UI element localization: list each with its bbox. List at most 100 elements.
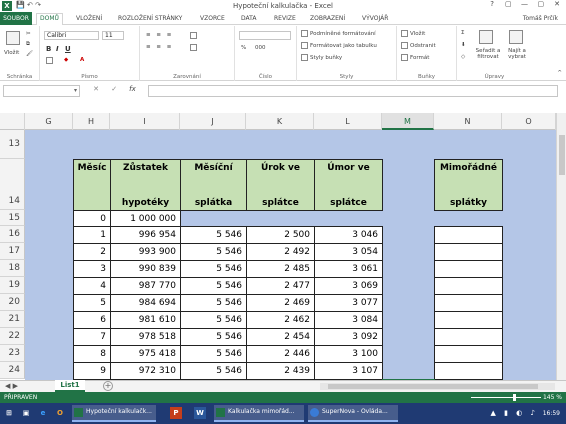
- sum-icon[interactable]: Σ: [461, 30, 464, 36]
- cell-month[interactable]: 8: [73, 345, 111, 363]
- column-header-j[interactable]: J: [180, 113, 246, 130]
- cell-payment[interactable]: 5 546: [180, 311, 247, 329]
- row-header-19[interactable]: 19: [0, 277, 25, 294]
- taskbar-clock[interactable]: 16:59: [543, 410, 560, 417]
- find-select-icon[interactable]: [509, 30, 523, 44]
- scrollbar-thumb[interactable]: [328, 384, 538, 389]
- align-horizontal-icons[interactable]: ≡ ≡ ≡: [146, 44, 173, 50]
- underline-button[interactable]: U: [65, 45, 71, 53]
- cell-interest[interactable]: 2 477: [246, 277, 315, 295]
- column-header-g[interactable]: G: [25, 113, 73, 130]
- zoom-slider-thumb[interactable]: [513, 394, 516, 401]
- tab-data[interactable]: DATA: [241, 14, 256, 25]
- cell-payment[interactable]: 5 546: [180, 328, 247, 346]
- align-top-icons[interactable]: ≡ ≡ ≡: [146, 32, 173, 38]
- cancel-icon[interactable]: ✕: [88, 85, 104, 93]
- cell-month[interactable]: 9: [73, 362, 111, 380]
- copy-icon[interactable]: ⧉: [26, 41, 30, 48]
- cell-extra-payment[interactable]: [434, 243, 503, 261]
- taskbar-app-excel[interactable]: Hypoteční kalkulačk...: [72, 405, 156, 422]
- cell-month[interactable]: 4: [73, 277, 111, 295]
- enter-icon[interactable]: ✓: [106, 85, 122, 93]
- cell-extra-payment[interactable]: [434, 362, 503, 380]
- help-button[interactable]: ?: [485, 0, 499, 8]
- cell-payment[interactable]: 5 546: [180, 277, 247, 295]
- column-title-mimoradne[interactable]: Mimořádné splátky: [434, 159, 503, 211]
- cell-principal[interactable]: 3 107: [314, 362, 383, 380]
- cell-month[interactable]: 5: [73, 294, 111, 312]
- tab-developer[interactable]: VÝVOJÁŘ: [362, 14, 388, 25]
- cell-balance[interactable]: 981 610: [110, 311, 181, 329]
- taskbar-app-supernova[interactable]: SuperNova - Ovláda...: [308, 405, 398, 422]
- paste-icon[interactable]: [6, 31, 20, 45]
- paste-button[interactable]: Vložit: [4, 50, 19, 56]
- fill-color-icon[interactable]: ◆: [64, 57, 68, 63]
- tab-page-layout[interactable]: ROZLOŽENÍ STRÁNKY: [118, 14, 182, 25]
- cell-month[interactable]: 1: [73, 226, 111, 244]
- column-header-m[interactable]: M: [382, 113, 434, 130]
- cell-extra-payment[interactable]: [434, 328, 503, 346]
- cell-month[interactable]: 2: [73, 243, 111, 261]
- cell-balance[interactable]: 975 418: [110, 345, 181, 363]
- cell-payment[interactable]: 5 546: [180, 226, 247, 244]
- cell-interest[interactable]: 2 462: [246, 311, 315, 329]
- row-header-24[interactable]: 24: [0, 362, 25, 379]
- cell-principal[interactable]: 3 084: [314, 311, 383, 329]
- formula-input[interactable]: [148, 85, 558, 97]
- row-header-18[interactable]: 18: [0, 260, 25, 277]
- cell-month[interactable]: 0: [73, 210, 111, 227]
- cell-payment[interactable]: 5 546: [180, 345, 247, 363]
- tab-formulas[interactable]: VZORCE: [200, 14, 225, 25]
- row-header-22[interactable]: 22: [0, 328, 25, 345]
- font-size-select[interactable]: 11: [102, 31, 124, 40]
- number-format-select[interactable]: [239, 31, 291, 40]
- row-header-17[interactable]: 17: [0, 243, 25, 260]
- cell-principal[interactable]: 3 100: [314, 345, 383, 363]
- insert-cells-button[interactable]: Vložit: [401, 30, 425, 37]
- cell-interest[interactable]: 2 446: [246, 345, 315, 363]
- cell-interest[interactable]: 2 492: [246, 243, 315, 261]
- bold-button[interactable]: B: [46, 45, 51, 53]
- cell-styles-button[interactable]: Styly buňky: [301, 54, 342, 61]
- cell-principal[interactable]: 3 077: [314, 294, 383, 312]
- column-title-zustatek[interactable]: Zůstatek hypotéky: [110, 159, 181, 211]
- system-tray-icons[interactable]: ▲ ▮ ◐ ♪: [491, 409, 539, 417]
- cell-extra-payment[interactable]: [434, 226, 503, 244]
- powerpoint-icon[interactable]: P: [170, 407, 182, 419]
- cell-month[interactable]: 6: [73, 311, 111, 329]
- row-header-14[interactable]: 14: [0, 159, 25, 210]
- column-header-i[interactable]: I: [110, 113, 180, 130]
- cell-balance[interactable]: 1 000 000: [110, 210, 181, 227]
- sort-filter-icon[interactable]: [479, 30, 493, 44]
- column-header-k[interactable]: K: [246, 113, 314, 130]
- column-title-mesicni[interactable]: Měsíční splátka: [180, 159, 247, 211]
- column-title-umor[interactable]: Úmor ve splátce: [314, 159, 383, 211]
- cell-interest[interactable]: 2 485: [246, 260, 315, 278]
- delete-cells-button[interactable]: Odstranit: [401, 42, 436, 49]
- insert-function-button[interactable]: fx: [124, 85, 140, 93]
- font-name-select[interactable]: Calibri: [44, 31, 99, 40]
- cell-principal[interactable]: 3 046: [314, 226, 383, 244]
- minimize-button[interactable]: —: [518, 0, 532, 8]
- vertical-scrollbar[interactable]: [556, 113, 566, 380]
- cell-extra-payment[interactable]: [434, 260, 503, 278]
- cell-balance[interactable]: 996 954: [110, 226, 181, 244]
- zoom-level[interactable]: 145 %: [543, 394, 562, 401]
- ie-icon[interactable]: e: [37, 407, 49, 419]
- format-as-table-button[interactable]: Formátovat jako tabulku: [301, 42, 377, 49]
- cell-interest[interactable]: 2 469: [246, 294, 315, 312]
- start-icon[interactable]: ⊞: [3, 407, 15, 419]
- format-cells-button[interactable]: Formát: [401, 54, 429, 61]
- borders-icon[interactable]: [46, 57, 55, 64]
- cell-balance[interactable]: 993 900: [110, 243, 181, 261]
- cell-payment[interactable]: 5 546: [180, 243, 247, 261]
- cell-extra-payment[interactable]: [434, 294, 503, 312]
- cell-principal[interactable]: 3 092: [314, 328, 383, 346]
- tab-review[interactable]: REVIZE: [274, 14, 296, 25]
- cell-interest[interactable]: 2 500: [246, 226, 315, 244]
- conditional-formatting-button[interactable]: Podmíněné formátování: [301, 30, 376, 37]
- ribbon-display-button[interactable]: ▢: [501, 0, 515, 8]
- row-header-23[interactable]: 23: [0, 345, 25, 362]
- column-title-mesic[interactable]: Měsíc: [73, 159, 111, 211]
- sheet-tab-list1[interactable]: List1: [55, 380, 85, 392]
